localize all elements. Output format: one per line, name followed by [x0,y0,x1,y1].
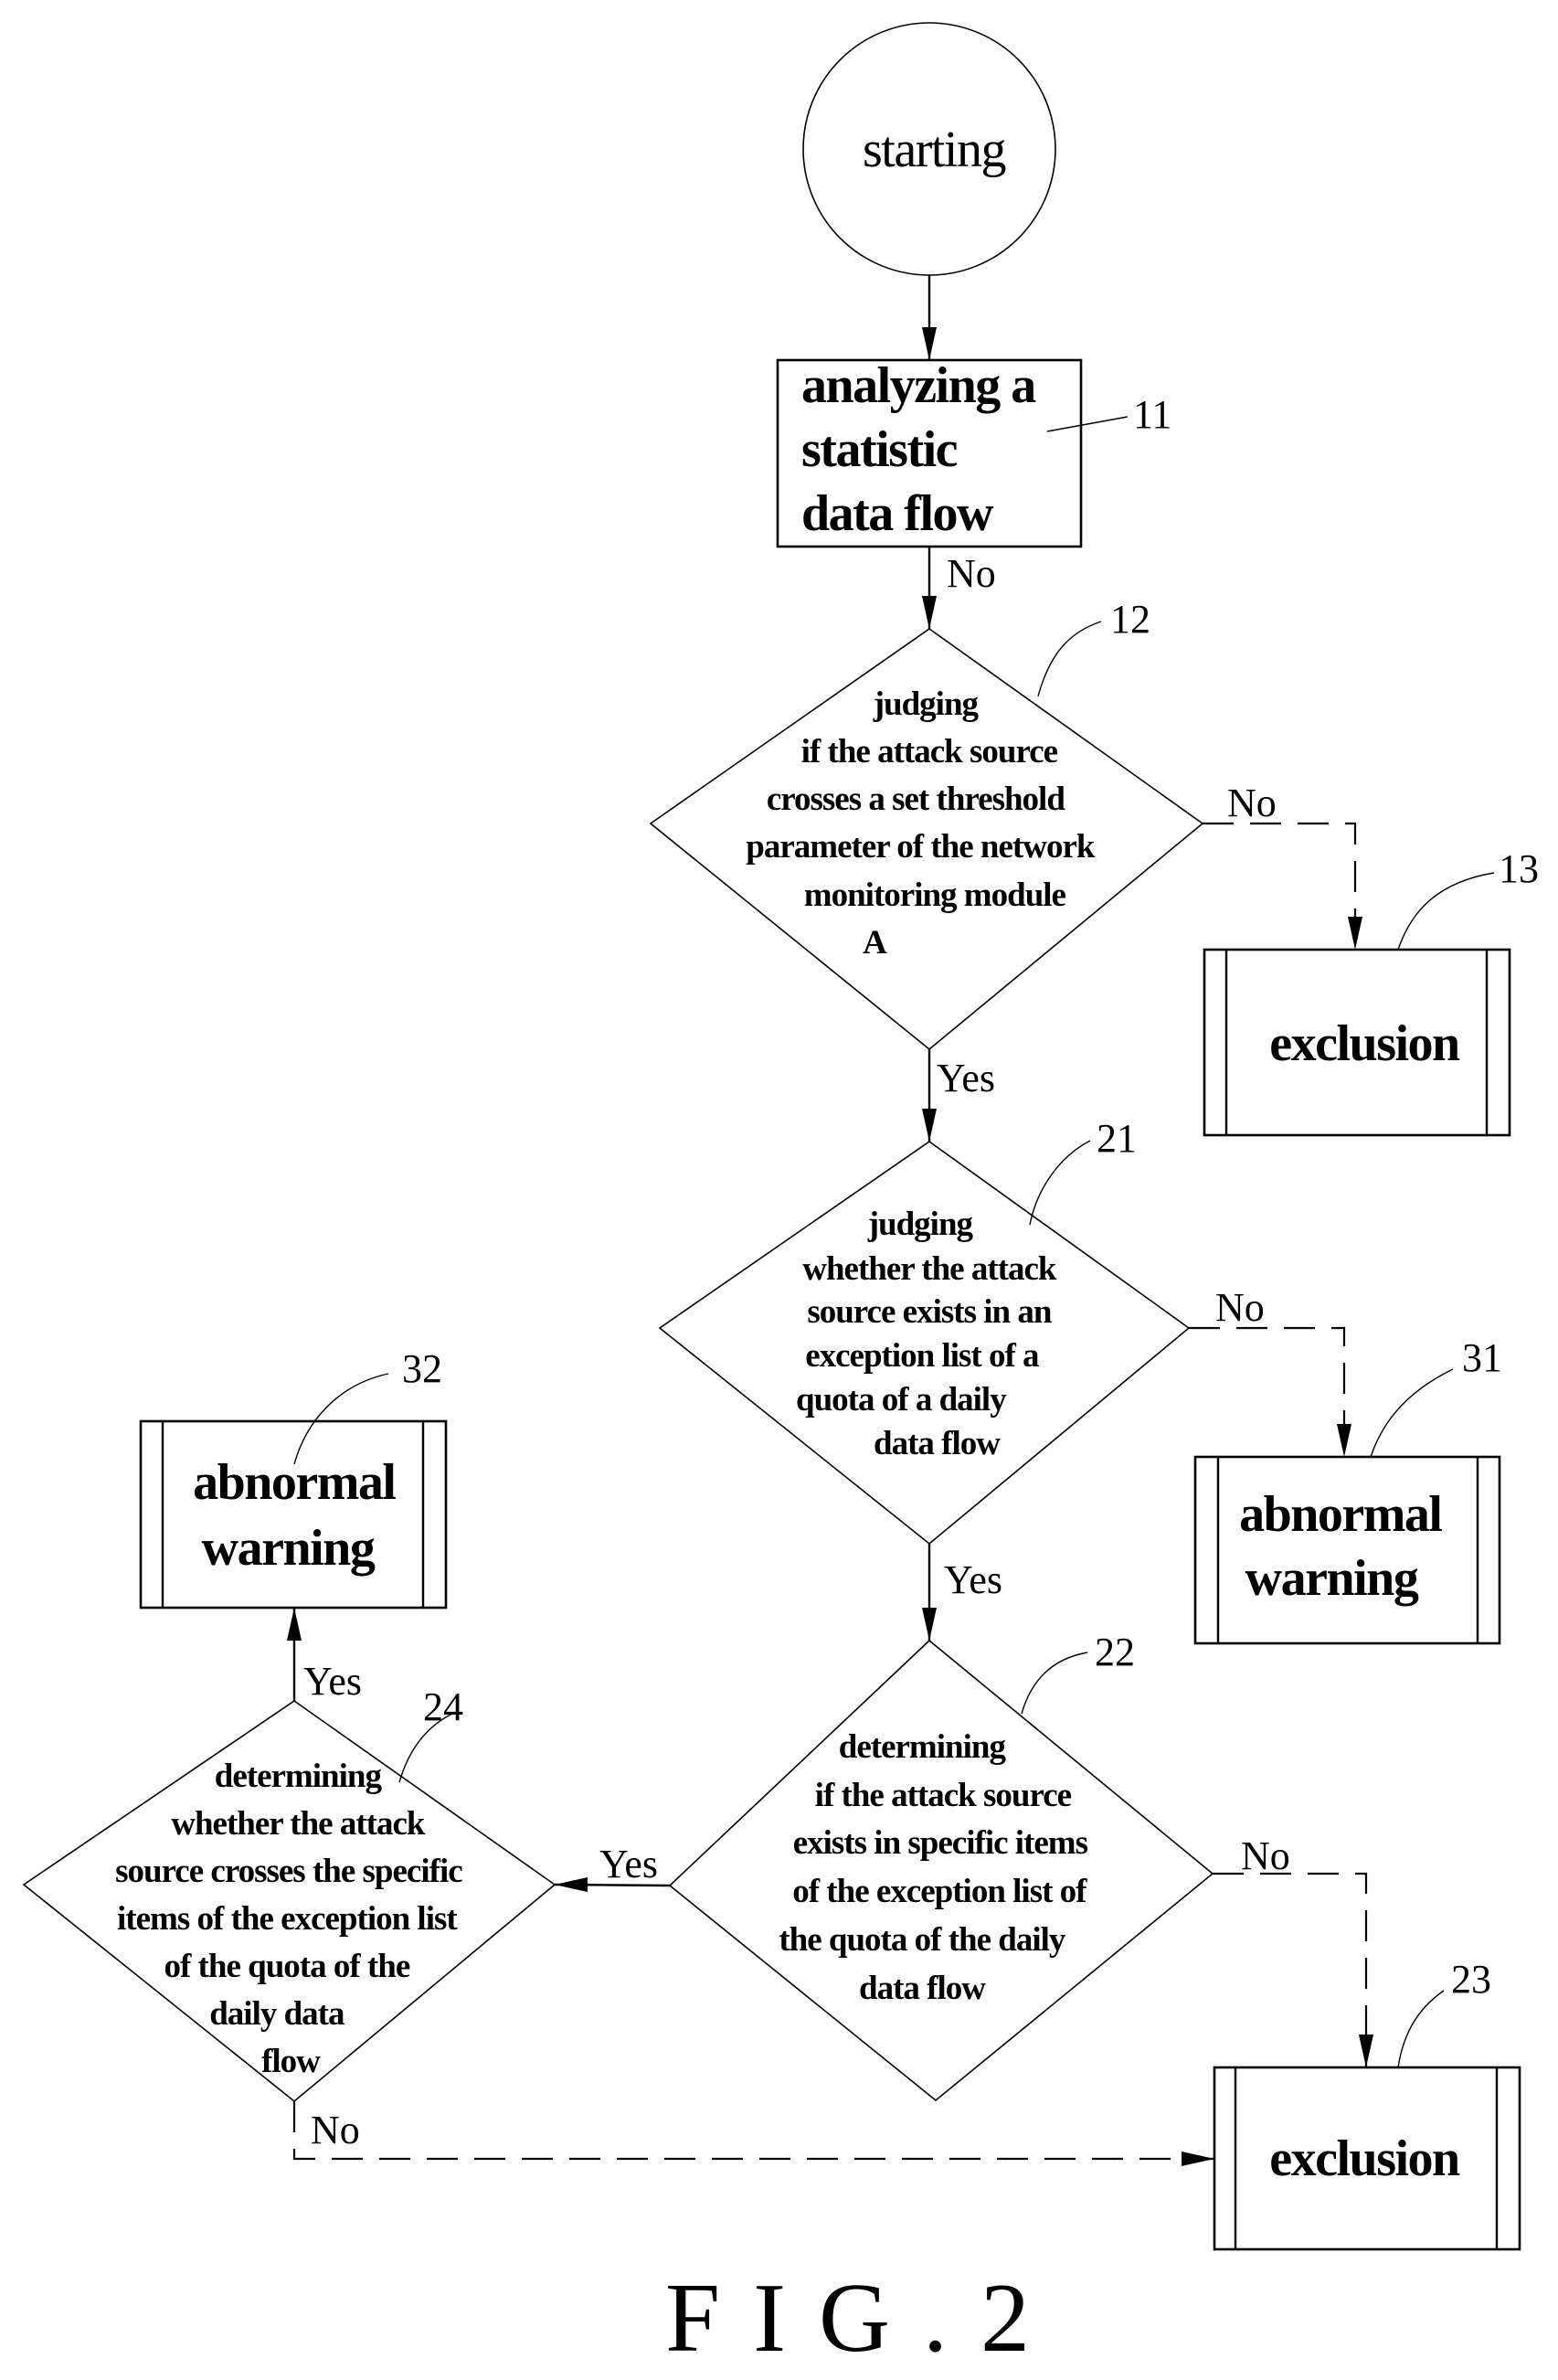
decision-diamond-22 [668,1639,1214,2102]
box-32-line: warning [202,1520,376,1577]
process-11-line: data flow [801,485,994,542]
decision-21-line: whether the attack [802,1250,1057,1288]
box-13-label: exclusion [1269,1015,1460,1072]
arrowhead-12-21-icon [922,1109,937,1142]
arrowhead-24-32-icon [287,1608,302,1641]
box-31-line: abnormal [1239,1486,1442,1543]
arrowhead-22-24-icon [555,1877,588,1892]
decision-22-line: if the attack source [815,1777,1072,1814]
decision-24-line: whether the attack [171,1805,426,1843]
decision-node-21: judging whether the attack source exists… [658,1116,1191,1546]
start-node: starting [802,22,1056,276]
arrowhead-22-23-icon [1359,2035,1373,2067]
decision-node-22: determining if the attack source exists … [668,1630,1214,2102]
box-31-line: warning [1245,1550,1419,1607]
connector-24-23 [292,2101,1214,2161]
decision-24-line: flow [261,2043,321,2080]
edge-label-11-12: No [947,551,996,596]
box-23-label: exclusion [1269,2130,1460,2187]
leader-line-23 [1397,1990,1445,2068]
ref-numeral-24: 24 [423,1684,463,1729]
decision-22-line: the quota of the daily [779,1921,1066,1959]
ref-numeral-12: 12 [1110,597,1150,642]
connector-21-31 [1189,1326,1346,1457]
arrowhead-24-23-icon [1182,2152,1214,2166]
ref-numeral-31: 31 [1462,1335,1502,1380]
ref-numeral-22: 22 [1095,1630,1135,1674]
decision-22-line: determining [839,1728,1007,1766]
arrowhead-21-22-icon [922,1608,937,1641]
terminal-node-32: abnormal warning 32 [139,1346,448,1610]
process-11-line: statistic [801,421,958,478]
decision-12-line: if the attack source [801,733,1058,770]
decision-21-line: judging [867,1206,974,1243]
connector-12-13 [1203,822,1357,950]
leader-line-31 [1370,1368,1454,1458]
ref-numeral-13: 13 [1499,846,1539,891]
start-label: starting [863,122,1005,178]
ref-numeral-32: 32 [402,1346,442,1391]
edge-label-24-32: Yes [303,1659,362,1704]
decision-21-line: exception list of a [805,1337,1039,1375]
edge-label-12-21: Yes [937,1056,995,1100]
decision-12-line: monitoring module [804,877,1066,914]
decision-21-line: source exists in an [807,1293,1053,1331]
leader-line-12 [1037,621,1102,697]
decision-24-line: items of the exception list [117,1900,458,1938]
predefined-box-32 [139,1419,448,1610]
decision-12-line: judging [873,685,980,723]
flowchart-diagram: starting analyzing a statistic data flow… [22,22,1539,2373]
edge-label-22-23: No [1241,1833,1290,1878]
leader-line-22 [1021,1652,1088,1715]
decision-21-line: quota of a daily [796,1381,1007,1418]
decision-22-line: exists in specific items [793,1824,1088,1862]
arrowhead-start-11-icon [922,327,937,360]
terminal-node-23: exclusion 23 [1213,1957,1521,2251]
figure-caption: FIG.2 [665,2264,1063,2373]
ref-numeral-11: 11 [1133,392,1171,437]
arrowhead-12-13-icon [1348,917,1362,950]
leader-line-13 [1397,872,1495,951]
ref-numeral-23: 23 [1451,1957,1491,2002]
arrowhead-11-12-icon [922,596,937,629]
edge-label-22-24: Yes [599,1842,658,1886]
decision-24-line: source crosses the specific [115,1853,462,1890]
connector-22-23 [1213,1872,1368,2067]
terminal-node-13: exclusion 13 [1203,846,1539,1137]
process-11-line: analyzing a [801,357,1036,414]
edge-label-12-13: No [1227,781,1277,825]
decision-node-12: judging if the attack source crosses a s… [649,597,1204,1051]
decision-12-line: crosses a set threshold [767,781,1066,818]
decision-12-line: A [863,924,887,962]
decision-12-line: parameter of the network [746,828,1096,866]
decision-node-24: determining whether the attack source cr… [22,1684,556,2103]
edge-label-24-23: No [311,2108,360,2152]
leader-line-21 [1029,1140,1091,1226]
decision-24-line: of the quota of the [164,1948,409,1985]
decision-24-line: daily data [209,1995,344,2033]
edge-label-21-22: Yes [944,1557,1002,1602]
ref-numeral-21: 21 [1097,1116,1137,1161]
decision-24-line: determining [215,1758,383,1795]
decision-21-line: data flow [874,1425,1001,1462]
arrowhead-21-31-icon [1337,1424,1351,1457]
decision-22-line: data flow [859,1970,986,2007]
edge-label-21-31: No [1215,1285,1265,1330]
decision-22-line: of the exception list of [792,1873,1087,1910]
process-node-11: analyzing a statistic data flow 11 [776,357,1171,548]
terminal-node-31: abnormal warning 31 [1193,1335,1502,1645]
